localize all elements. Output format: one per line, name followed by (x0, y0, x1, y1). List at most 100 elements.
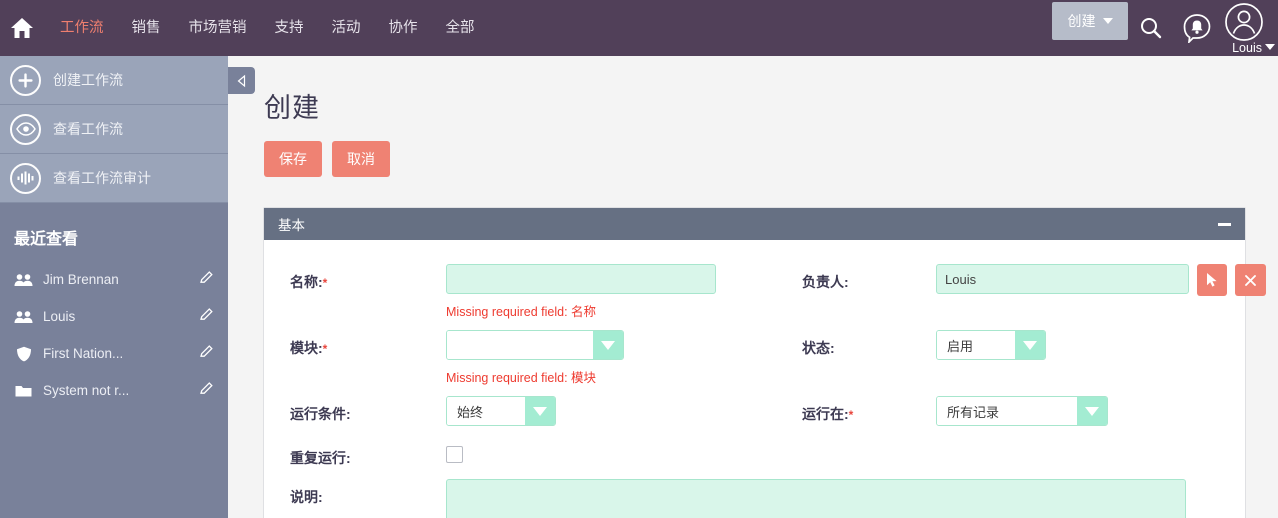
recent-item-label: Louis (43, 309, 76, 324)
status-select[interactable]: 启用 (936, 330, 1046, 360)
pencil-icon[interactable] (199, 307, 214, 327)
nav-item-activities[interactable]: 活动 (318, 0, 375, 56)
module-select[interactable] (446, 330, 624, 360)
search-button[interactable] (1128, 0, 1174, 56)
recent-item-first-nation[interactable]: First Nation... (0, 335, 228, 372)
chevron-down-icon (1102, 18, 1113, 24)
main-nav-list: 工作流 销售 市场营销 支持 活动 协作 全部 (46, 0, 489, 56)
recent-item-system-not-r[interactable]: System not r... (0, 372, 228, 409)
module-field-cell: Missing required field: 模块 (446, 330, 776, 396)
cursor-arrow-icon (1207, 273, 1217, 287)
sidebar-item-view-workflow[interactable]: 查看工作流 (0, 105, 228, 154)
panel-title: 基本 (278, 218, 305, 233)
nav-item-marketing[interactable]: 市场营销 (175, 0, 261, 56)
module-field-label: 模块:* (264, 330, 446, 358)
basic-info-panel: 基本 名称:* Missing required field: 名称 负责人: (263, 207, 1266, 518)
owner-field-cell (936, 264, 1266, 300)
run-condition-field-label: 运行条件: (290, 406, 351, 422)
main-content: 创建 保存 取消 基本 名称:* Missing required field:… (228, 56, 1278, 518)
module-select-value (447, 331, 593, 359)
panel-body: 名称:* Missing required field: 名称 负责人: Lou… (264, 240, 1266, 518)
audit-bars-icon (10, 162, 41, 194)
status-field-cell: 启用 (936, 330, 1266, 364)
sidebar-item-label: 查看工作流 (53, 121, 123, 137)
name-field-cell: Missing required field: 名称 (446, 264, 776, 330)
shield-icon (14, 346, 33, 362)
create-button-label: 创建 (1067, 13, 1096, 29)
close-x-icon (1245, 274, 1257, 286)
recent-item-jim-brennan[interactable]: Jim Brennan (0, 261, 228, 298)
sidebar: 创建工作流 查看工作流 查看工作流审计 最近查看 Jim Brennan Lou… (0, 56, 228, 518)
name-input[interactable] (446, 264, 716, 294)
chevron-down-icon (593, 331, 623, 359)
form-action-buttons: 保存 取消 (228, 125, 1278, 177)
run-on-field-label: 运行在:* (776, 396, 936, 424)
run-condition-field-cell: 始终 (446, 396, 776, 440)
spacer-cell (936, 440, 1266, 444)
spacer-label (776, 440, 936, 448)
pencil-icon[interactable] (199, 381, 214, 401)
notifications-button[interactable] (1174, 0, 1220, 56)
recently-viewed-title: 最近查看 (14, 231, 79, 248)
sidebar-item-label: 创建工作流 (53, 72, 123, 88)
users-icon (14, 310, 33, 324)
top-right-actions: 创建 Louis (1052, 0, 1278, 56)
name-field-label: 名称:* (264, 264, 446, 292)
status-select-value: 启用 (937, 331, 1015, 359)
pencil-icon[interactable] (199, 270, 214, 290)
chevron-down-icon (525, 397, 555, 425)
status-field-label: 状态: (802, 340, 835, 356)
chevron-down-icon (1077, 397, 1107, 425)
owner-field-label: 负责人: (802, 274, 849, 290)
nav-item-sales[interactable]: 销售 (118, 0, 175, 56)
recent-item-louis[interactable]: Louis (0, 298, 228, 335)
sidebar-collapse-toggle[interactable] (228, 67, 255, 94)
run-on-select[interactable]: 所有记录 (936, 396, 1108, 426)
top-navigation-bar: 工作流 销售 市场营销 支持 活动 协作 全部 创建 Louis (0, 0, 1278, 56)
recent-item-label: System not r... (43, 383, 130, 398)
owner-select-button[interactable] (1196, 264, 1228, 296)
run-on-label-text: 运行在: (802, 406, 849, 422)
owner-input[interactable] (936, 264, 1189, 294)
bell-icon (1183, 14, 1211, 43)
run-on-field-cell: 所有记录 (936, 396, 1266, 440)
cancel-button[interactable]: 取消 (332, 141, 390, 177)
sidebar-item-create-workflow[interactable]: 创建工作流 (0, 56, 228, 105)
users-icon (14, 273, 33, 287)
nav-item-all[interactable]: 全部 (432, 0, 489, 56)
run-on-select-value: 所有记录 (937, 397, 1077, 425)
description-field-cell (446, 479, 1266, 518)
sidebar-item-view-workflow-audit[interactable]: 查看工作流审计 (0, 154, 228, 203)
search-icon (1141, 18, 1162, 39)
create-button[interactable]: 创建 (1052, 2, 1128, 40)
name-label-text: 名称: (290, 274, 323, 290)
description-textarea[interactable] (446, 479, 1186, 518)
form-grid: 名称:* Missing required field: 名称 负责人: Lou… (264, 264, 1266, 518)
pencil-icon[interactable] (199, 344, 214, 364)
plus-circle-icon (10, 64, 41, 96)
required-marker: * (322, 342, 328, 356)
user-avatar-icon (1225, 3, 1263, 41)
home-icon[interactable] (8, 14, 36, 42)
nav-item-support[interactable]: 支持 (261, 0, 318, 56)
sidebar-item-label: 查看工作流审计 (53, 170, 151, 186)
page-title: 创建 (264, 93, 320, 123)
description-field-label: 说明: (290, 489, 323, 505)
repeat-run-field-cell (446, 440, 776, 479)
sidebar-action-list: 创建工作流 查看工作流 查看工作流审计 (0, 56, 228, 203)
owner-clear-button[interactable] (1235, 264, 1266, 296)
repeat-run-field-label: 重复运行: (290, 450, 351, 466)
required-marker: * (322, 276, 328, 290)
name-field-error: Missing required field: 名称 (446, 305, 597, 319)
user-menu[interactable]: Louis (1220, 0, 1278, 56)
required-marker: * (848, 408, 854, 422)
collapse-left-icon (237, 74, 245, 87)
eye-icon (10, 113, 41, 145)
repeat-run-checkbox[interactable] (446, 446, 463, 463)
user-name-label: Louis (1232, 41, 1262, 55)
minus-icon[interactable] (1218, 222, 1231, 226)
run-condition-select[interactable]: 始终 (446, 396, 556, 426)
save-button[interactable]: 保存 (264, 141, 322, 177)
nav-item-collaboration[interactable]: 协作 (375, 0, 432, 56)
nav-item-workflow[interactable]: 工作流 (46, 0, 118, 56)
